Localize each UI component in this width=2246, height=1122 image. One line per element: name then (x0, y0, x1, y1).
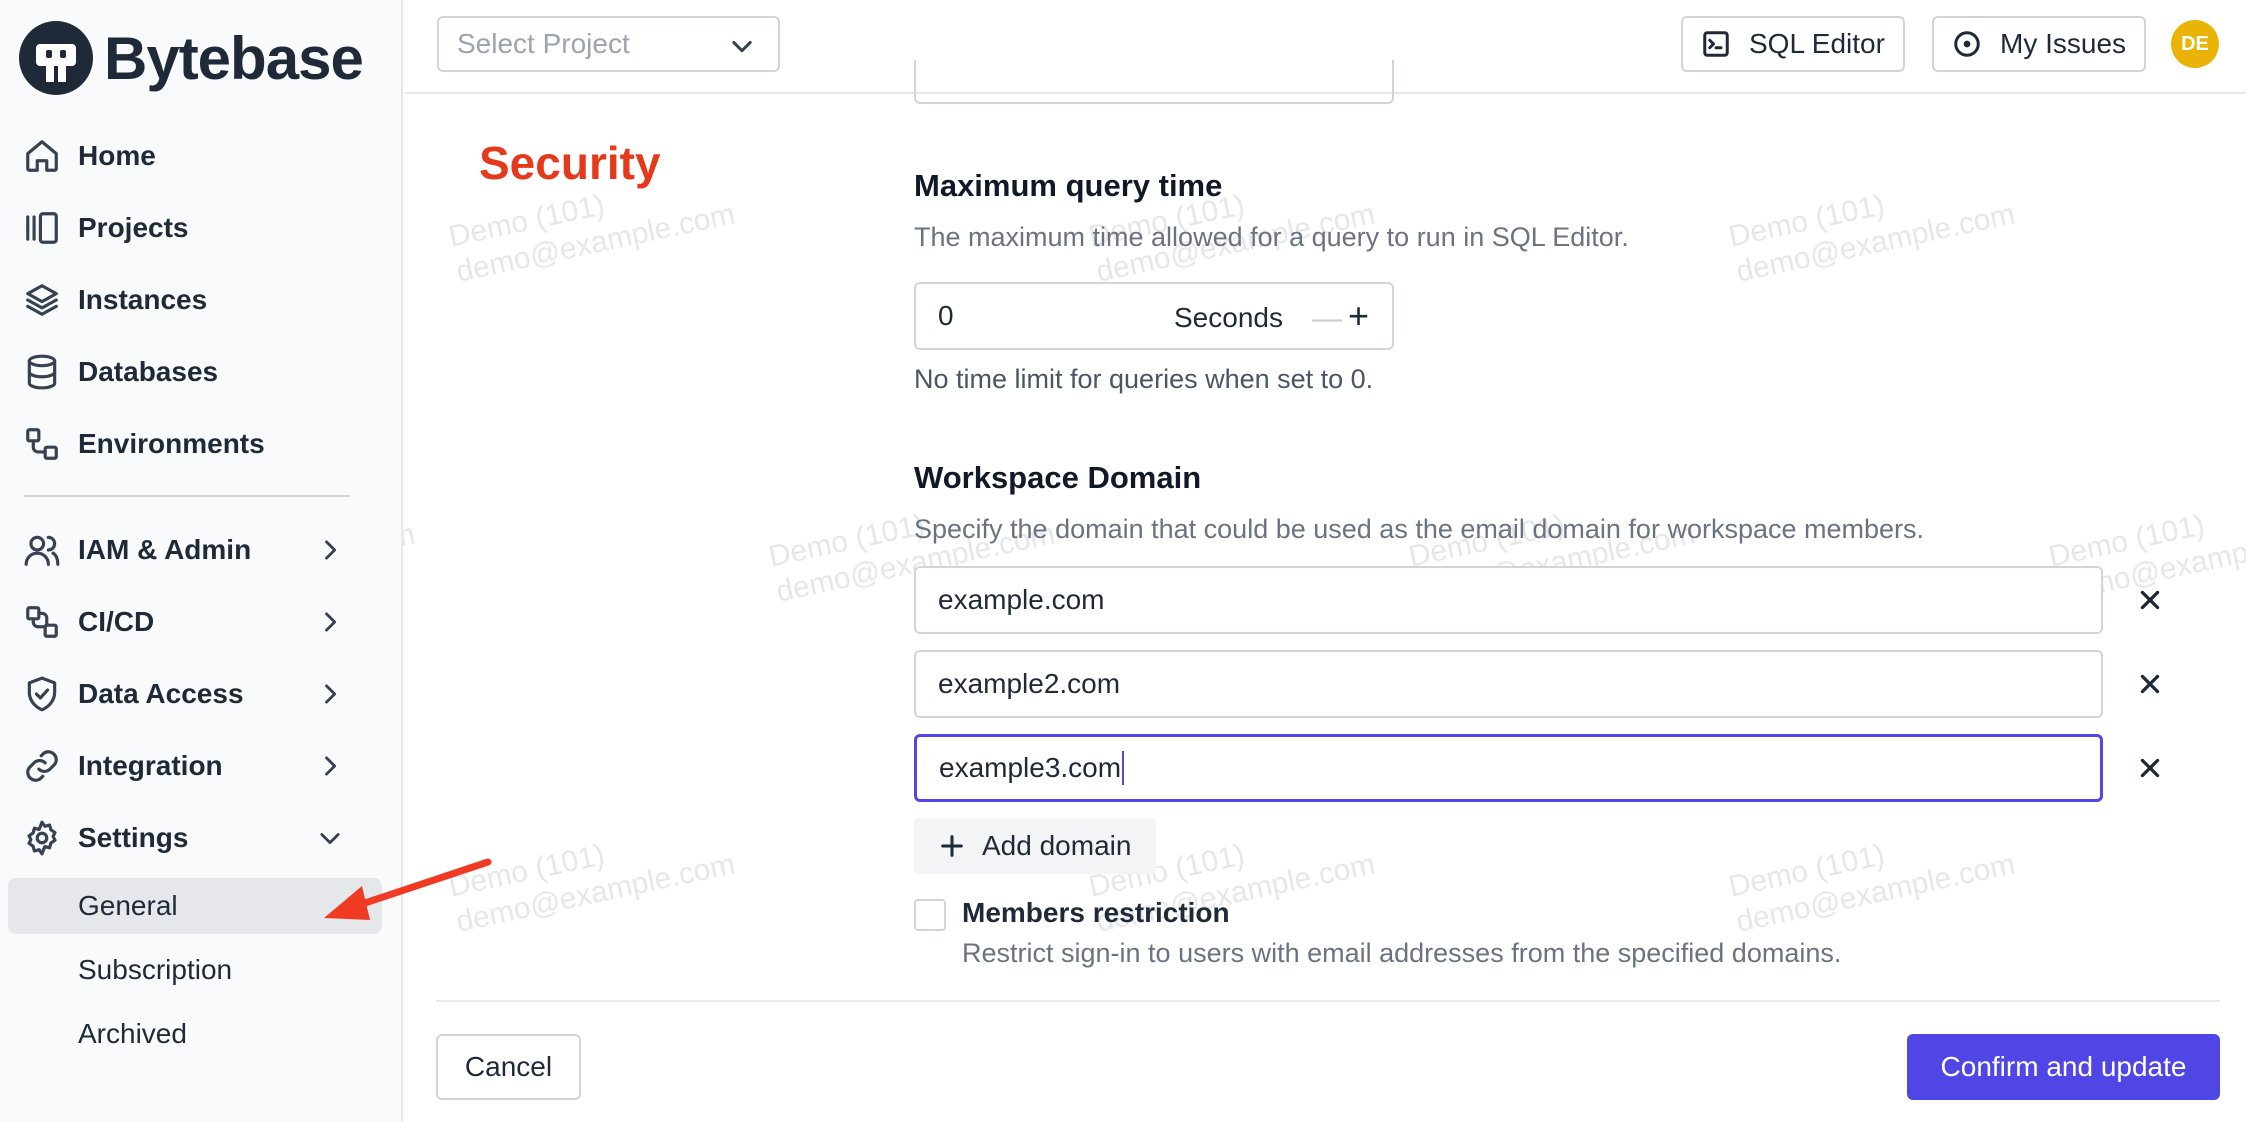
projects-icon (22, 208, 62, 248)
footer-divider (436, 1000, 2220, 1002)
max-query-time-description: The maximum time allowed for a query to … (914, 222, 1629, 252)
watermark: Demo (101)demo@example.com (1725, 188, 2018, 289)
domain-value: example2.com (938, 668, 1121, 699)
workspace-domain-label: Workspace Domain (914, 460, 1202, 495)
max-query-time-value: 0 (938, 300, 954, 331)
sidebar-item-label: CI/CD (78, 606, 155, 637)
project-select-placeholder: Select Project (457, 28, 630, 59)
gear-icon (22, 818, 62, 858)
sidebar-item-label: Archived (78, 1018, 187, 1049)
workspace-domain-description: Specify the domain that could be used as… (914, 514, 1925, 544)
chevron-right-icon (316, 752, 344, 780)
sidebar-item-label: Instances (78, 284, 208, 315)
text-caret (1122, 751, 1125, 785)
sql-editor-label: SQL Editor (1749, 28, 1885, 59)
my-issues-button[interactable]: My Issues (1932, 16, 2147, 72)
remove-domain-button[interactable] (2132, 582, 2168, 618)
project-select[interactable]: Select Project (437, 16, 780, 72)
sidebar-group-cicd[interactable]: CI/CD (8, 592, 382, 652)
brand-name: Bytebase (104, 24, 364, 92)
database-icon (22, 352, 62, 392)
members-restriction-label: Members restriction (962, 897, 1230, 928)
logo[interactable]: Bytebase (18, 20, 364, 96)
add-domain-button[interactable]: Add domain (914, 818, 1156, 874)
watermark: Demo (101)demo@example.com (445, 838, 738, 939)
close-icon (2140, 758, 2160, 778)
remove-domain-button[interactable] (2132, 750, 2168, 786)
issue-circle-icon (1952, 29, 1982, 59)
increment-button[interactable]: + (1348, 298, 1369, 334)
sidebar-divider (24, 495, 350, 497)
environments-icon (22, 424, 62, 464)
sidebar-item-projects[interactable]: Projects (8, 198, 382, 258)
chevron-down-icon (728, 32, 756, 60)
sidebar: Bytebase Home Projects Instances Databas… (0, 0, 403, 1122)
sidebar-item-label: Projects (78, 212, 189, 243)
domain-value: example.com (938, 584, 1105, 615)
chevron-right-icon (316, 680, 344, 708)
sidebar-item-label: Home (78, 140, 156, 171)
section-title: Security (479, 137, 661, 189)
home-icon (22, 136, 62, 176)
sidebar-item-home[interactable]: Home (8, 126, 382, 186)
cancel-button[interactable]: Cancel (436, 1034, 581, 1100)
members-restriction-description: Restrict sign-in to users with email add… (962, 938, 1842, 968)
chevron-right-icon (316, 536, 344, 564)
sql-editor-button[interactable]: SQL Editor (1681, 16, 1905, 72)
sidebar-subitem-archived[interactable]: Archived (8, 1006, 382, 1062)
sidebar-item-label: Environments (78, 428, 265, 459)
previous-field-input[interactable] (914, 60, 1394, 104)
avatar[interactable]: DE (2171, 20, 2219, 68)
sidebar-item-environments[interactable]: Environments (8, 414, 382, 474)
sidebar-group-data-access[interactable]: Data Access (8, 664, 382, 724)
chevron-down-icon (316, 824, 344, 852)
watermark: Demo (101)demo@example.com (1725, 838, 2018, 939)
close-icon (2140, 674, 2160, 694)
layers-icon (22, 280, 62, 320)
add-domain-label: Add domain (982, 830, 1132, 861)
max-query-time-note: No time limit for queries when set to 0. (914, 364, 1374, 394)
users-icon (22, 530, 62, 570)
sidebar-item-label: Settings (78, 822, 189, 853)
sidebar-item-label: Data Access (78, 678, 244, 709)
my-issues-label: My Issues (2000, 28, 2127, 59)
plus-icon (938, 832, 966, 860)
sidebar-group-integration[interactable]: Integration (8, 736, 382, 796)
sidebar-group-iam-admin[interactable]: IAM & Admin (8, 520, 382, 580)
sidebar-item-label: Integration (78, 750, 223, 781)
domain-value: example3.com (939, 752, 1122, 783)
members-restriction-checkbox[interactable] (914, 899, 946, 931)
max-query-time-unit: Seconds (1174, 302, 1283, 333)
sidebar-item-label: Subscription (78, 954, 233, 985)
close-icon (2140, 590, 2160, 610)
sidebar-item-instances[interactable]: Instances (8, 270, 382, 330)
confirm-update-button[interactable]: Confirm and update (1907, 1034, 2220, 1100)
sidebar-item-databases[interactable]: Databases (8, 342, 382, 402)
cicd-icon (22, 602, 62, 642)
domain-input[interactable]: example.com (914, 566, 2103, 634)
sidebar-subitem-subscription[interactable]: Subscription (8, 942, 382, 998)
sidebar-group-settings[interactable]: Settings (8, 808, 382, 868)
shield-icon (22, 674, 62, 714)
sidebar-item-label: Databases (78, 356, 219, 387)
remove-domain-button[interactable] (2132, 666, 2168, 702)
sidebar-item-label: IAM & Admin (78, 534, 252, 565)
link-icon (22, 746, 62, 786)
bytebase-logo-icon (19, 21, 93, 95)
domain-input-focused[interactable]: example3.com (914, 734, 2103, 802)
chevron-right-icon (316, 608, 344, 636)
sidebar-item-label: General (78, 890, 178, 921)
sidebar-subitem-general[interactable]: General (8, 878, 382, 934)
decrement-button[interactable]: — (1312, 302, 1342, 336)
domain-input[interactable]: example2.com (914, 650, 2103, 718)
max-query-time-input[interactable]: 0 Seconds — + (914, 282, 1394, 350)
max-query-time-label: Maximum query time (914, 168, 1223, 203)
terminal-icon (1701, 29, 1731, 59)
